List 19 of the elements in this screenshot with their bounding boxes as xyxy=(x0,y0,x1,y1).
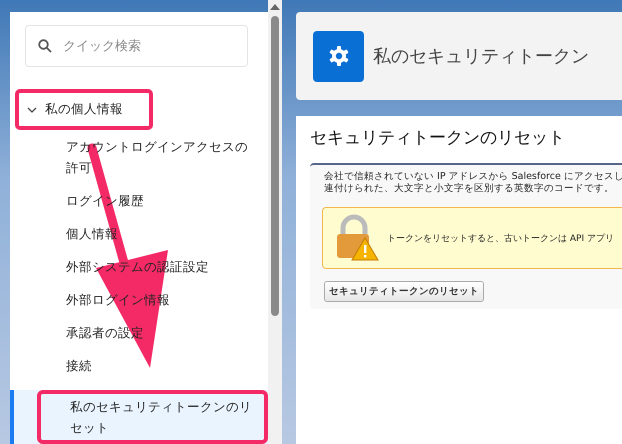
reset-token-button[interactable]: セキュリティトークンのリセット xyxy=(324,281,484,302)
page-title: 私のセキュリティトークン xyxy=(373,45,589,68)
description-text: 連付けられた、大文字と小文字を区別する英数字のコードです。 xyxy=(324,183,615,195)
warning-text: トークンをリセットすると、古いトークンは API アプリ xyxy=(387,232,614,244)
tree-item[interactable]: 私のセキュリティトークンのリセット xyxy=(37,390,268,444)
scrollbar[interactable] xyxy=(268,0,282,444)
tree-item[interactable]: ログイン履歴 xyxy=(10,184,268,217)
chevron-icon xyxy=(27,104,37,115)
scroll-up-icon[interactable] xyxy=(270,4,280,10)
section-title: セキュリティトークンのリセット xyxy=(310,127,566,149)
tree-item[interactable]: 承認者の設定 xyxy=(10,316,268,349)
tree-group-header[interactable]: 私の個人情報 xyxy=(15,89,153,130)
description-text: 会社で信頼されていない IP アドレスから Salesforce にアクセスし xyxy=(324,171,622,183)
gear-icon xyxy=(313,30,364,82)
tree-item[interactable]: 接続 xyxy=(10,349,268,382)
search-box[interactable]: クイック検索 xyxy=(25,25,248,68)
tree-group-label: 私の個人情報 xyxy=(45,101,123,118)
scrollbar-thumb[interactable] xyxy=(271,16,279,316)
search-icon xyxy=(38,39,52,54)
